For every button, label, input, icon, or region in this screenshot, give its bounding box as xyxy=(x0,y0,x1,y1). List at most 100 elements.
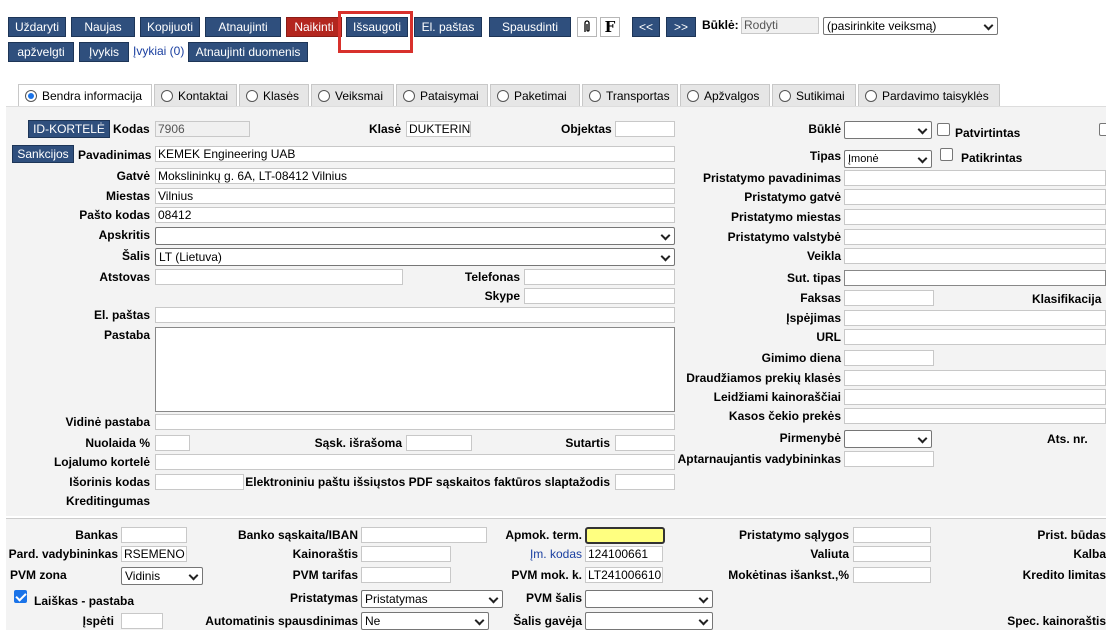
tab-contacts[interactable]: Kontaktai xyxy=(154,84,237,106)
confirmed-label: Patvirtintas xyxy=(955,126,1021,140)
copy-button[interactable]: Kopijuoti xyxy=(140,17,200,37)
confirmed-checkbox[interactable] xyxy=(937,123,950,136)
street-field[interactable]: Mokslininkų g. 6A, LT-08412 Vilnius xyxy=(155,168,675,184)
priority-select[interactable] xyxy=(844,430,932,448)
delivery-country-field[interactable] xyxy=(844,229,1106,245)
tab-label: Pardavimo taisyklės xyxy=(882,88,989,103)
tab-sales-rules[interactable]: Pardavimo taisyklės xyxy=(858,84,1000,106)
iban-field[interactable] xyxy=(361,527,487,543)
new-button[interactable]: Naujas xyxy=(71,17,135,37)
allowed-prices-field[interactable] xyxy=(844,389,1106,405)
internal-note-field[interactable] xyxy=(155,414,675,430)
prepayment-field[interactable] xyxy=(853,567,931,583)
sales-manager-label: Pard. vadybininkas xyxy=(8,547,118,561)
delivery-city-field[interactable] xyxy=(844,209,1106,225)
warning-field[interactable] xyxy=(844,310,1106,326)
forbidden-classes-label: Draudžiamos prekių klasės xyxy=(686,371,841,385)
overview-button[interactable]: apžvelgti xyxy=(8,42,74,62)
pdf-password-field[interactable] xyxy=(615,474,675,490)
internal-note-label: Vidinė pastaba xyxy=(65,415,150,429)
special-pricelist-label: Spec. kainoraštis xyxy=(1007,614,1106,628)
fax-field[interactable] xyxy=(844,290,934,306)
activity-field[interactable] xyxy=(844,248,1106,264)
verified-checkbox[interactable] xyxy=(940,148,953,161)
id-card-button[interactable]: ID-KORTELĖ xyxy=(28,120,110,138)
company-code-field[interactable]: 124100661 xyxy=(585,546,663,562)
refresh-data-button[interactable]: Atnaujinti duomenis xyxy=(188,42,308,62)
tab-agreements[interactable]: Sutikimai xyxy=(772,84,856,106)
tab-actions[interactable]: Veiksmai xyxy=(311,84,394,106)
external-code-field[interactable] xyxy=(155,474,244,490)
postcode-field[interactable]: 08412 xyxy=(155,207,675,223)
event-button[interactable]: Įvykis xyxy=(79,42,129,62)
email-button[interactable]: El. paštas xyxy=(414,17,482,37)
type-select[interactable]: Įmonė xyxy=(844,150,932,168)
postcode-label: Pašto kodas xyxy=(79,208,150,222)
cancel-button[interactable]: Naikinti xyxy=(286,17,342,37)
class-field[interactable]: DUKTERINI xyxy=(406,121,471,137)
service-manager-field[interactable] xyxy=(844,451,934,467)
warn-field[interactable] xyxy=(121,613,163,629)
birthday-field[interactable] xyxy=(844,350,934,366)
next-record-button[interactable]: >> xyxy=(666,17,696,37)
bank-field[interactable] xyxy=(121,527,187,543)
vat-rate-field[interactable] xyxy=(361,567,451,583)
name-field[interactable]: KEMEK Engineering UAB xyxy=(155,146,675,162)
tab-reviews[interactable]: Apžvalgos xyxy=(680,84,770,106)
contract-type-field[interactable] xyxy=(844,270,1106,286)
invoice-field[interactable] xyxy=(406,435,472,451)
representative-field[interactable] xyxy=(155,269,403,285)
county-select[interactable] xyxy=(155,227,675,245)
vat-zone-select[interactable]: Vidinis xyxy=(121,567,203,585)
code-label: Kodas xyxy=(113,122,150,136)
print-button[interactable]: Spausdinti xyxy=(489,17,571,37)
tab-changes[interactable]: Paketimai xyxy=(490,84,580,106)
close-button[interactable]: Uždaryti xyxy=(8,17,66,37)
company-code-link[interactable]: Įm. kodas xyxy=(530,547,582,561)
f-icon[interactable]: F xyxy=(600,17,620,37)
payment-term-field[interactable] xyxy=(585,527,665,544)
contract-field[interactable] xyxy=(615,435,675,451)
payment-term-label: Apmok. term. xyxy=(505,528,582,542)
receipt-items-field[interactable] xyxy=(844,408,1106,424)
recipient-country-select[interactable] xyxy=(585,612,713,630)
radio-icon xyxy=(318,89,330,102)
url-field[interactable] xyxy=(844,329,1106,345)
delivery-street-field[interactable] xyxy=(844,189,1106,205)
note-textarea[interactable] xyxy=(155,327,675,412)
loyalty-field[interactable] xyxy=(155,454,675,470)
email-field[interactable] xyxy=(155,307,675,323)
county-label: Apskritis xyxy=(98,228,150,242)
tab-transport[interactable]: Transportas xyxy=(582,84,678,106)
skype-field[interactable] xyxy=(524,288,675,304)
sanctions-button[interactable]: Sankcijos xyxy=(12,145,74,163)
autoprint-select[interactable]: Ne xyxy=(361,612,489,630)
action-select[interactable]: (pasirinkite veiksmą) xyxy=(823,17,998,35)
state-select[interactable] xyxy=(844,121,932,139)
tab-corrections[interactable]: Pataisymai xyxy=(396,84,488,106)
paperclip-icon[interactable] xyxy=(577,17,597,37)
delivery-terms-field[interactable] xyxy=(853,527,931,543)
events-count-link[interactable]: Įvykiai (0) xyxy=(133,44,184,58)
vat-code-field[interactable]: LT241006610 xyxy=(585,567,663,583)
letter-note-checkbox[interactable] xyxy=(14,590,27,603)
prev-record-button[interactable]: << xyxy=(632,17,660,37)
language-label: Kalba xyxy=(1073,547,1106,561)
delivery-select[interactable]: Pristatymas xyxy=(361,590,503,608)
discount-field[interactable] xyxy=(155,435,190,451)
city-field[interactable]: Vilnius xyxy=(155,188,675,204)
object-field[interactable] xyxy=(615,121,675,137)
currency-field[interactable] xyxy=(853,546,931,562)
forbidden-classes-field[interactable] xyxy=(844,370,1106,386)
delivery-name-field[interactable] xyxy=(844,170,1106,186)
pricelist-field[interactable] xyxy=(361,546,451,562)
phone-field[interactable] xyxy=(524,269,675,285)
refresh-button[interactable]: Atnaujinti xyxy=(205,17,281,37)
vat-country-select[interactable] xyxy=(585,590,713,608)
iban-label: Banko sąskaita/IBAN xyxy=(237,528,358,542)
sales-manager-field[interactable]: RSEMENO xyxy=(121,546,187,562)
extra-checkbox[interactable] xyxy=(1099,123,1106,136)
country-select[interactable]: LT (Lietuva) xyxy=(155,248,675,266)
tab-general-info[interactable]: Bendra informacija xyxy=(18,84,152,106)
tab-classes[interactable]: Klasės xyxy=(239,84,309,106)
